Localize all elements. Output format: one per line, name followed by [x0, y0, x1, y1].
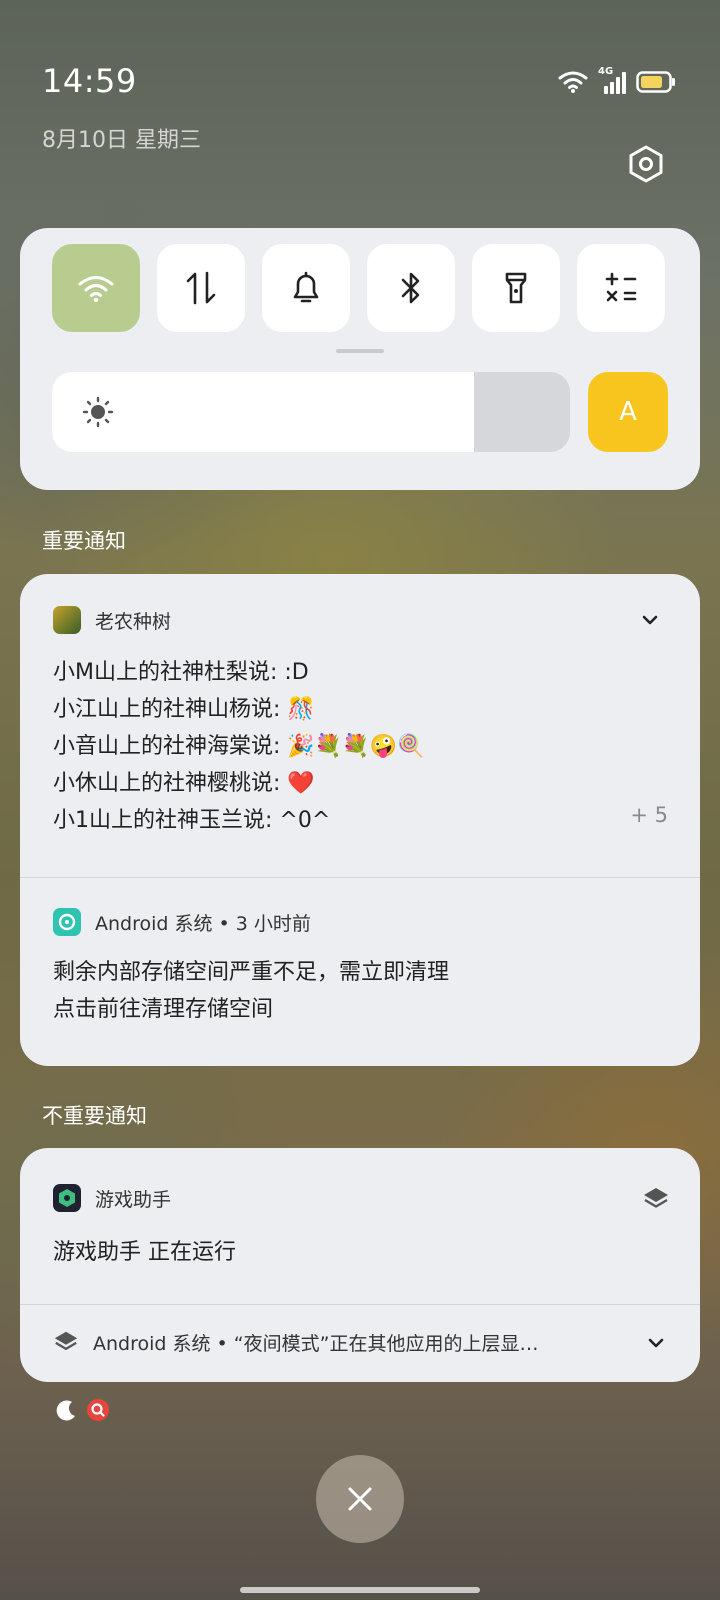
wifi-toggle[interactable]	[52, 244, 140, 332]
calculator-icon	[605, 272, 637, 302]
flashlight-icon	[505, 272, 527, 304]
mobile-data-toggle[interactable]	[157, 244, 245, 332]
layers-icon	[644, 1188, 668, 1208]
flashlight-toggle[interactable]	[472, 244, 560, 332]
app-name: Android 系统 • “夜间模式”正在其他应用的上层显…	[93, 1333, 539, 1355]
message-line: 游戏助手 正在运行	[53, 1240, 236, 1265]
ringer-toggle[interactable]	[262, 244, 350, 332]
layers-icon	[54, 1331, 78, 1351]
wifi-icon	[78, 276, 114, 303]
settings-hexagon-icon	[629, 145, 663, 183]
important-section-title: 重要通知	[42, 529, 126, 553]
date-label: 8月10日 星期三	[42, 128, 201, 153]
calculator-toggle[interactable]	[577, 244, 665, 332]
bluetooth-icon	[401, 272, 420, 304]
data-arrows-icon	[186, 271, 216, 305]
message-line: 剩余内部存储空间严重不足，需立即清理	[53, 960, 450, 985]
notification-farm-game[interactable]: 老农种树 小M山上的社神杜梨说: :D 小江山上的社神山杨说: 🎊 小音山上的社…	[20, 574, 700, 876]
close-icon	[348, 1487, 372, 1511]
app-name: 游戏助手	[95, 1189, 172, 1211]
notification-android-night-mode[interactable]: Android 系统 • “夜间模式”正在其他应用的上层显…	[20, 1305, 700, 1382]
sun-icon	[82, 396, 114, 428]
bluetooth-toggle[interactable]	[367, 244, 455, 332]
more-count: + 5	[630, 803, 668, 827]
brightness-slider[interactable]	[52, 372, 570, 452]
message-line: 点击前往清理存储空间	[53, 997, 274, 1022]
panel-drag-handle[interactable]	[336, 349, 384, 353]
chevron-down-icon[interactable]	[644, 1331, 668, 1355]
brightness-level-fill	[52, 372, 475, 452]
search-app-icon	[87, 1399, 109, 1421]
message-line: 小1山上的社神玉兰说: ^0^	[53, 808, 331, 833]
notification-android-storage[interactable]: Android 系统 • 3 小时前 剩余内部存储空间严重不足，需立即清理 点击…	[20, 878, 700, 1066]
network-type-label: 4G	[598, 66, 614, 77]
wifi-icon	[558, 71, 588, 93]
message-line: 小江山上的社神山杨说: 🎊	[53, 697, 315, 722]
clear-all-button[interactable]	[316, 1455, 404, 1543]
app-name: Android 系统 • 3 小时前	[95, 913, 311, 935]
unimportant-notification-card: 游戏助手 游戏助手 正在运行 Android 系统 • “夜间模式”正在其他应用…	[20, 1148, 700, 1382]
clock-time: 14:59	[42, 62, 137, 100]
bell-icon	[293, 271, 319, 303]
home-indicator-bar[interactable]	[240, 1587, 480, 1593]
auto-brightness-button[interactable]: A	[588, 372, 668, 452]
chevron-down-icon[interactable]	[638, 608, 662, 632]
battery-icon	[636, 71, 675, 93]
important-notification-card: 老农种树 小M山上的社神杜梨说: :D 小江山上的社神山杨说: 🎊 小音山上的社…	[20, 574, 700, 1066]
message-line: 小音山上的社神海棠说: 🎉💐💐🤪🍭	[53, 734, 425, 759]
settings-button[interactable]	[626, 144, 666, 184]
night-mode-icon	[56, 1400, 75, 1421]
notification-game-assistant[interactable]: 游戏助手 游戏助手 正在运行	[20, 1148, 700, 1303]
quick-settings-panel: A	[20, 228, 700, 490]
unimportant-section-title: 不重要通知	[42, 1104, 147, 1128]
game-assistant-icon	[53, 1184, 81, 1212]
message-line: 小M山上的社神杜梨说: :D	[53, 660, 309, 685]
farm-app-icon	[53, 606, 81, 634]
app-name: 老农种树	[95, 611, 172, 633]
android-system-icon	[53, 908, 81, 936]
message-line: 小休山上的社神樱桃说: ❤️	[53, 771, 315, 796]
collapsed-notification-icons	[54, 1398, 110, 1422]
signal-icon: 4G	[598, 66, 626, 94]
status-icons: 4G	[558, 66, 676, 94]
